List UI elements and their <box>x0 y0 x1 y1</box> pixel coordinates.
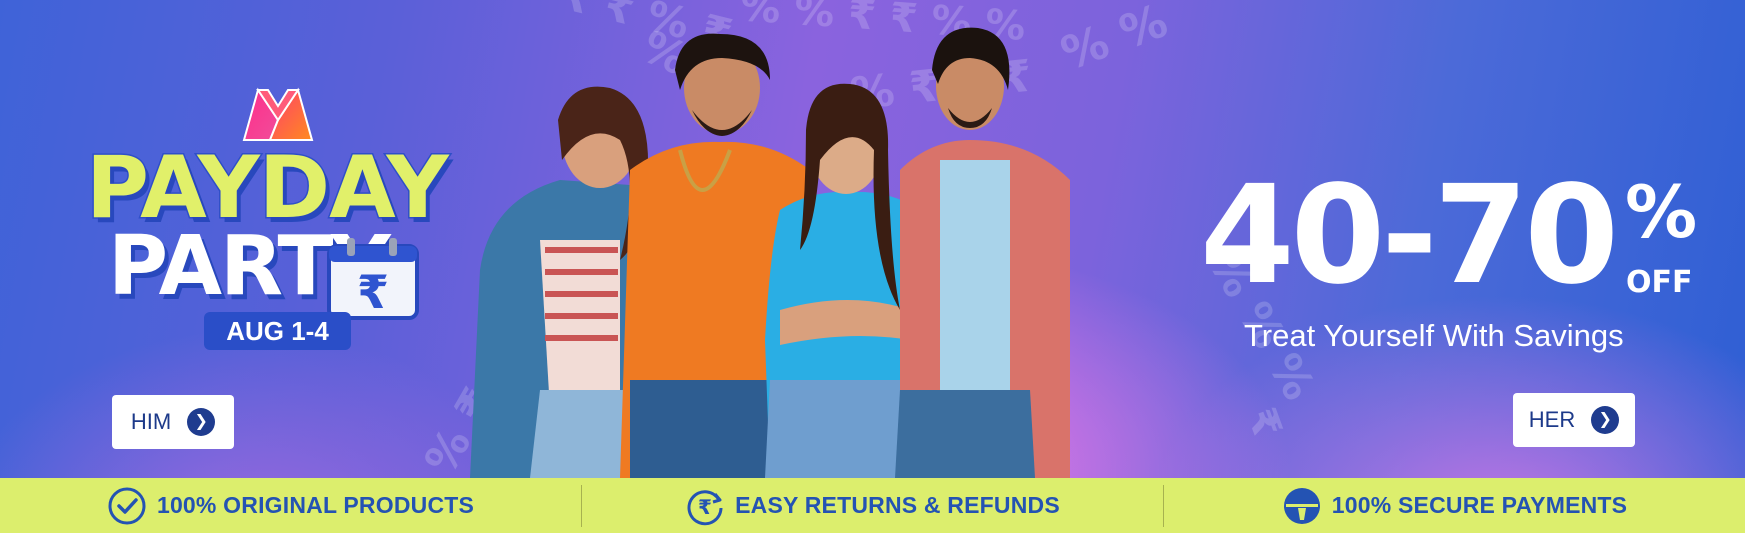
discount-percent-sign: % <box>1625 170 1698 254</box>
chevron-right-icon: ❯ <box>187 408 216 436</box>
check-circle-icon <box>108 487 146 524</box>
models-group-photo <box>470 27 1070 478</box>
trust-item-secure: 100% SECURE PAYMENTS <box>1164 486 1745 526</box>
shop-him-label: HIM <box>130 409 172 434</box>
event-dates-badge: AUG 1-4 <box>204 312 351 350</box>
svg-text:₹: ₹ <box>698 495 712 519</box>
hero-banner[interactable]: ₹ ₹ % ₹ % % ₹ ₹ % % % % % ₹ ₹ ₹ % % % ₹ … <box>0 0 1745 478</box>
svg-text:₹: ₹ <box>357 265 389 319</box>
rupee-refresh-icon: ₹ <box>687 489 723 525</box>
chevron-right-icon: ❯ <box>1591 406 1620 434</box>
offer-tagline: Treat Yourself With Savings <box>1244 318 1624 353</box>
rupee-calendar-icon: ₹ <box>327 238 419 320</box>
deco-glyphs-8: ₹ <box>1237 402 1291 444</box>
trust-item-original: 100% ORIGINAL PRODUCTS <box>0 486 581 526</box>
trust-item-label: EASY RETURNS & REFUNDS <box>735 492 1060 518</box>
model-3 <box>765 83 920 478</box>
trust-item-returns: ₹ EASY RETURNS & REFUNDS <box>582 486 1163 526</box>
trust-item-label: 100% ORIGINAL PRODUCTS <box>156 492 475 518</box>
brand-logo-icon[interactable] <box>240 86 316 144</box>
shop-her-label: HER <box>1528 407 1576 432</box>
discount-range: 40-70 <box>1200 157 1619 315</box>
trust-item-label: 100% SECURE PAYMENTS <box>1331 492 1628 518</box>
shop-him-button[interactable]: HIM ❯ <box>112 395 234 449</box>
model-4 <box>895 27 1070 478</box>
trust-strip: 100% ORIGINAL PRODUCTS ₹ EASY RETURNS & … <box>0 478 1745 533</box>
lock-icon <box>1283 487 1320 524</box>
discount-off-label: OFF <box>1626 265 1693 300</box>
shop-her-button[interactable]: HER ❯ <box>1513 393 1635 447</box>
